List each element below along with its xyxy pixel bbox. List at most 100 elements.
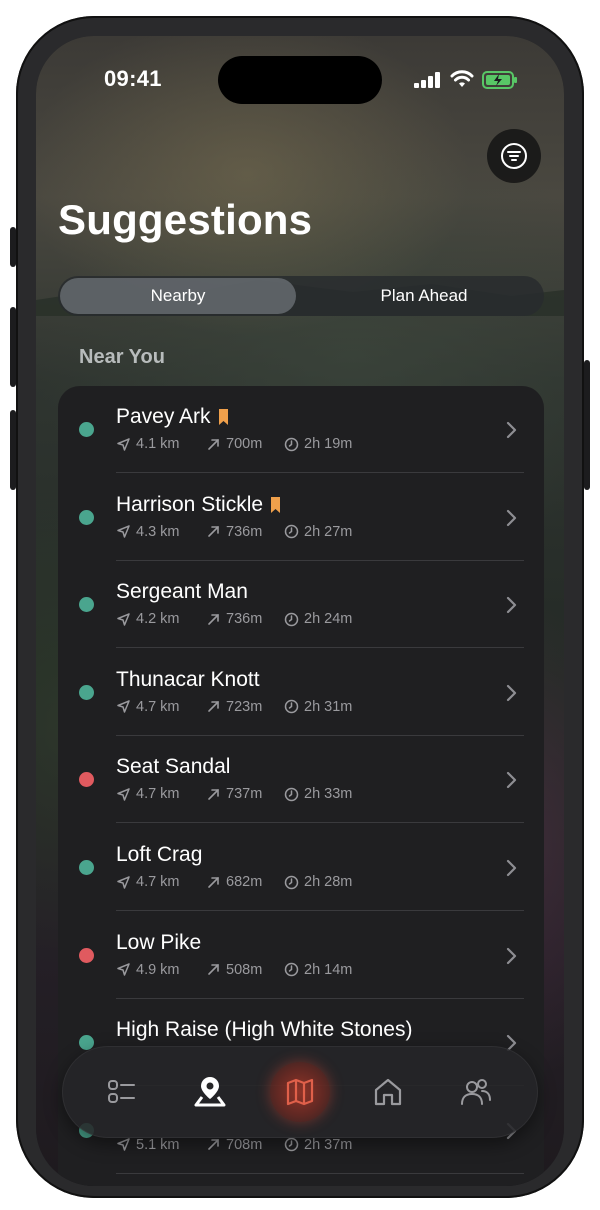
peak-name-text: Harrison Stickle <box>116 492 264 516</box>
elevation-arrow-icon <box>208 701 219 713</box>
distance-value: 5.1 km <box>136 1136 180 1153</box>
elevation-stat: 736m <box>206 611 284 627</box>
distance-stat: 4.7 km <box>116 699 206 715</box>
elevation-value: 508m <box>226 961 263 978</box>
segment-nearby[interactable]: Nearby <box>60 278 296 314</box>
clock-icon <box>284 437 299 451</box>
peak-name: Pavey Ark <box>116 405 228 429</box>
row-chevron <box>506 595 518 620</box>
location-pin-icon <box>194 1077 226 1107</box>
peak-name-text: Seat Sandal <box>116 755 231 779</box>
section-heading: Near You <box>79 346 165 368</box>
elevation-stat: 723m <box>206 699 284 715</box>
peak-name: Harrison Stickle <box>116 492 281 517</box>
peak-stats: 4.7 km 682m 2h 28m <box>116 874 352 890</box>
duration-stat: 2h 14m <box>284 962 352 978</box>
navigation-arrow-icon <box>117 788 130 801</box>
chevron-right-icon <box>506 684 517 701</box>
elevation-value: 700m <box>226 436 263 452</box>
battery-charging-icon <box>482 71 517 89</box>
peak-name-text: Sergeant Man <box>116 580 248 604</box>
elevation-value: 737m <box>226 786 263 803</box>
duration-stat: 2h 24m <box>284 611 352 627</box>
elevation-arrow-icon <box>208 1139 219 1151</box>
peak-name-text: Pavey Ark <box>116 405 211 428</box>
row-chevron <box>506 683 518 708</box>
peak-stats: 5.1 km 708m 2h 37m <box>116 1137 352 1153</box>
elevation-stat: 737m <box>206 786 284 802</box>
peak-name-text: Thunacar Knott <box>116 667 260 691</box>
chevron-right-icon <box>506 947 517 964</box>
elevation-arrow-icon <box>208 438 219 450</box>
tab-people[interactable] <box>446 1062 506 1122</box>
elevation-stat: 700m <box>206 436 284 452</box>
duration-value: 2h 31m <box>304 698 353 715</box>
duration-stat: 2h 19m <box>284 436 352 452</box>
distance-stat: 4.1 km <box>116 436 206 452</box>
elevation-arrow-icon <box>208 613 219 625</box>
navigation-arrow-icon <box>117 963 130 976</box>
tab-nearby[interactable] <box>180 1062 240 1122</box>
segment-plan-ahead[interactable]: Plan Ahead <box>306 278 542 314</box>
elevation-stat: 736m <box>206 524 284 540</box>
tab-checklist[interactable] <box>92 1062 152 1122</box>
elevation-value: 708m <box>226 1136 263 1153</box>
distance-stat: 4.9 km <box>116 962 206 978</box>
status-dot <box>79 772 94 788</box>
distance-stat: 5.1 km <box>116 1137 206 1153</box>
peak-stats: 4.2 km 736m 2h 24m <box>116 611 352 627</box>
row-chevron <box>506 946 518 971</box>
peak-name: Low Pike <box>116 931 201 955</box>
list-item[interactable]: Low Pike 4.9 km 508m 2h 14m <box>58 912 544 999</box>
elevation-arrow-icon <box>208 964 219 975</box>
elevation-arrow-icon <box>208 526 219 537</box>
list-item[interactable]: Thunacar Knott 4.7 km 723m 2h 31m <box>58 649 544 736</box>
duration-value: 2h 28m <box>304 874 353 890</box>
peak-name: Sergeant Man <box>116 580 248 604</box>
navigation-arrow-icon <box>117 437 130 451</box>
list-item[interactable]: Sergeant Man 4.2 km 736m 2h 24m <box>58 561 544 649</box>
distance-value: 4.1 km <box>136 436 180 452</box>
page-title: Suggestions <box>58 196 313 243</box>
dynamic-island <box>218 56 382 104</box>
row-chevron <box>506 508 518 533</box>
duration-stat: 2h 27m <box>284 524 352 540</box>
list-item[interactable]: Harrison Stickle 4.3 km 736m 2h 27m <box>58 474 544 561</box>
clock-icon <box>284 962 299 977</box>
filter-button[interactable] <box>487 129 541 183</box>
chevron-right-icon <box>506 421 517 439</box>
peak-name: High Raise (High White Stones) <box>116 1018 412 1042</box>
clock-icon <box>284 524 299 539</box>
elevation-arrow-icon <box>208 876 219 888</box>
distance-value: 4.3 km <box>136 523 180 540</box>
status-time: 09:41 <box>104 66 162 91</box>
duration-value: 2h 19m <box>304 436 353 452</box>
elevation-stat: 682m <box>206 874 284 890</box>
checklist-icon <box>108 1080 135 1103</box>
navigation-arrow-icon <box>117 612 130 626</box>
elevation-stat: 508m <box>206 962 284 978</box>
cellular-signal-icon <box>414 72 440 88</box>
list-item[interactable]: Pavey Ark 4.1 km 700m 2h 19m <box>58 386 544 473</box>
people-icon <box>461 1079 491 1105</box>
segmented-control: Nearby Plan Ahead <box>58 276 544 316</box>
elevation-value: 723m <box>226 698 263 715</box>
peak-name: Seat Sandal <box>116 755 230 779</box>
row-divider <box>116 1172 524 1174</box>
peak-name-text: High Raise (High White Stones) <box>116 1018 413 1042</box>
power-button <box>584 360 590 490</box>
list-item[interactable]: Seat Sandal 4.7 km 737m 2h 33m <box>58 736 544 824</box>
status-dot <box>79 422 94 437</box>
distance-value: 4.7 km <box>136 874 180 890</box>
tab-home[interactable] <box>358 1062 418 1122</box>
list-item[interactable]: Loft Crag 4.7 km 682m 2h 28m <box>58 824 544 911</box>
clock-icon <box>284 875 299 889</box>
elevation-value: 736m <box>226 611 263 628</box>
filter-lines-icon <box>501 143 527 169</box>
duration-stat: 2h 37m <box>284 1137 352 1153</box>
duration-value: 2h 37m <box>304 1136 353 1153</box>
peak-name: Thunacar Knott <box>116 668 260 692</box>
row-chevron <box>506 858 518 883</box>
tab-map[interactable] <box>270 1062 330 1122</box>
peak-stats: 4.9 km 508m 2h 14m <box>116 962 352 978</box>
